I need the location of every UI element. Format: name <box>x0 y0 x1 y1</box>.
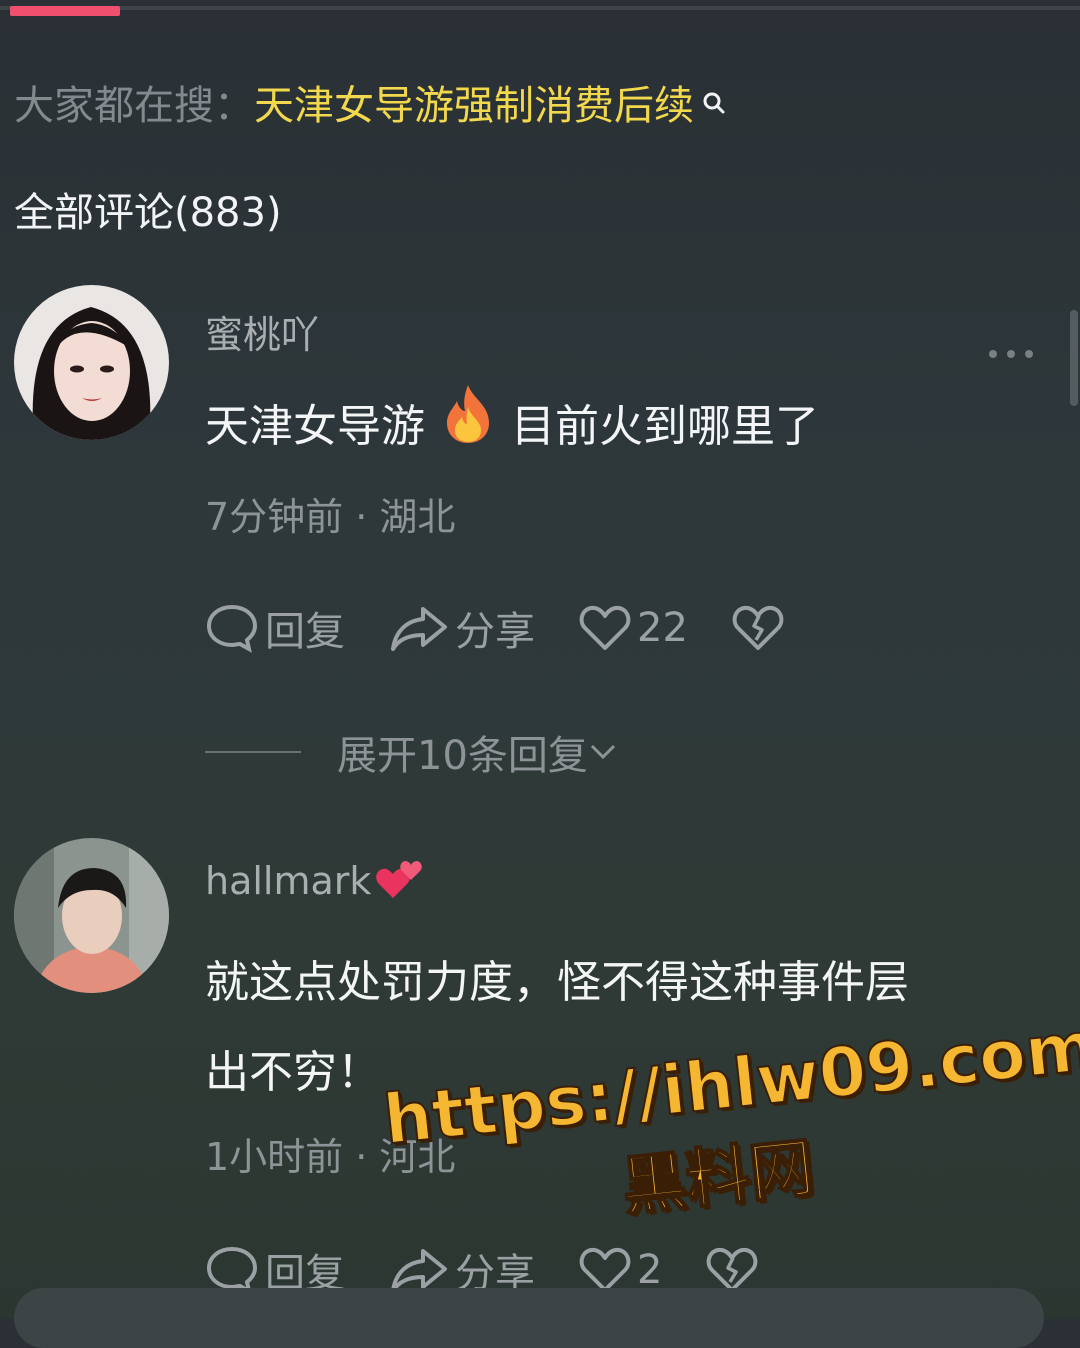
divider-line <box>205 751 301 753</box>
share-button[interactable]: 分享 <box>389 599 535 657</box>
trending-search-term[interactable]: 天津女导游强制消费后续 <box>254 73 694 131</box>
comment-username[interactable]: 蜜桃吖 <box>205 304 319 359</box>
reply-label: 回复 <box>265 609 345 655</box>
dislike-button[interactable] <box>732 604 790 652</box>
chevron-down-icon <box>590 744 615 760</box>
comments-count-title: 全部评论(883) <box>14 190 282 236</box>
trending-search[interactable]: 大家都在搜： 天津女导游强制消费后续 <box>14 72 726 132</box>
scrollbar[interactable] <box>1070 310 1078 406</box>
expand-replies-button[interactable]: 展开10条回复 <box>205 722 618 782</box>
avatar[interactable] <box>14 285 169 440</box>
progress-indicator <box>10 6 120 16</box>
broken-heart-icon <box>732 605 784 650</box>
more-options-icon[interactable] <box>986 346 1036 360</box>
fire-emoji-icon <box>439 383 497 476</box>
heart-icon <box>579 605 631 650</box>
comment-input-bar[interactable] <box>14 1288 1044 1348</box>
two-hearts-emoji-icon <box>375 858 423 909</box>
comment-username-row: hallmark <box>205 858 423 909</box>
comment-text: 天津女导游 目前火到哪里了 <box>205 382 819 476</box>
comment-bubble-icon <box>206 604 258 653</box>
like-button[interactable]: 22 <box>579 604 688 652</box>
like-count: 22 <box>637 605 688 651</box>
broken-heart-icon <box>707 1247 758 1292</box>
share-arrow-icon <box>391 607 447 651</box>
expand-replies-label: 展开10条回复 <box>337 733 588 779</box>
comment-text-part: 目前火到哪里了 <box>511 401 819 452</box>
comment-meta: 7分钟前 · 湖北 <box>205 495 456 539</box>
dislike-button[interactable] <box>706 1246 764 1294</box>
comment-actions: 回复 分享 22 <box>205 598 834 658</box>
watermark: https://ihlw09.com 黑料网 <box>379 1006 1080 1281</box>
trending-search-prefix: 大家都在搜： <box>14 83 254 129</box>
comment-text-part: 天津女导游 <box>205 401 425 452</box>
comment-text-line: 就这点处罚力度，怪不得这种事件层 <box>205 957 909 1008</box>
comment-username[interactable]: hallmark <box>205 859 371 903</box>
share-label: 分享 <box>455 609 535 655</box>
progress-track <box>0 6 1080 10</box>
comment-text-line: 出不穷！ <box>205 1047 381 1098</box>
search-icon[interactable] <box>702 79 726 114</box>
reply-button[interactable]: 回复 <box>205 599 345 657</box>
avatar[interactable] <box>14 838 169 993</box>
